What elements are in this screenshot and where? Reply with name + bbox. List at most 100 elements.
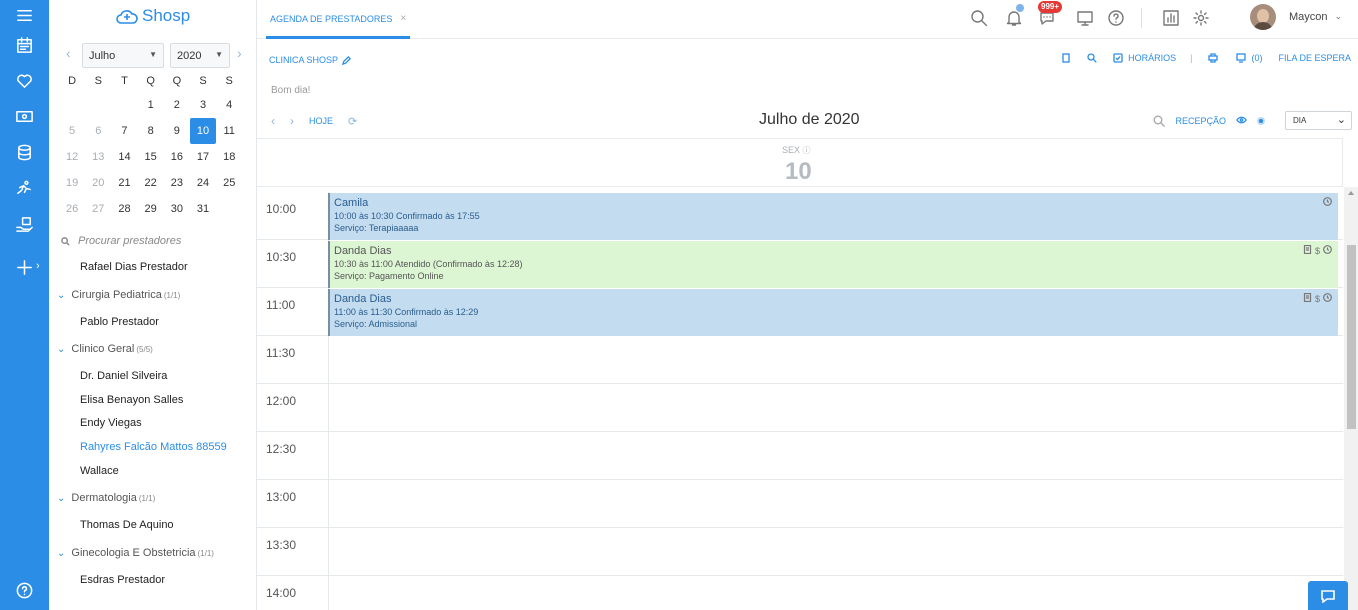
heart-icon[interactable] bbox=[0, 65, 49, 95]
appointment-card[interactable]: Camila 10:00 às 10:30 Confirmado às 17:55… bbox=[328, 193, 1338, 240]
activity-icon[interactable] bbox=[0, 173, 49, 203]
reception-button[interactable]: RECEPÇÃO bbox=[1175, 116, 1226, 126]
calendar-day[interactable]: 24 bbox=[190, 170, 216, 196]
help-icon[interactable] bbox=[0, 575, 49, 605]
scroll-up-icon[interactable] bbox=[1348, 191, 1354, 195]
calendar-day[interactable]: 9 bbox=[164, 118, 190, 144]
history-icon[interactable] bbox=[1323, 197, 1332, 208]
provider-item[interactable]: Dr. Daniel Silveira bbox=[49, 365, 256, 389]
time-slot-row[interactable]: 13:30 bbox=[257, 528, 1343, 576]
history-icon[interactable] bbox=[1323, 245, 1332, 256]
calendar-day[interactable]: 28 bbox=[111, 196, 137, 222]
appointment-card[interactable]: Danda Dias 10:30 às 11:00 Atendido (Confi… bbox=[328, 241, 1338, 288]
time-slot-row[interactable]: 14:00 bbox=[257, 576, 1343, 610]
provider-group[interactable]: ⌄ Ginecologia E Obstetricia (1/1) bbox=[49, 538, 256, 569]
monitor-icon[interactable] bbox=[1074, 7, 1096, 29]
next-month-icon[interactable]: › bbox=[237, 45, 242, 61]
calendar-day[interactable]: 17 bbox=[190, 144, 216, 170]
eye-button[interactable] bbox=[1236, 114, 1247, 128]
provider-item[interactable]: Esdras Prestador bbox=[49, 569, 256, 593]
calendar-day[interactable]: 19 bbox=[59, 170, 85, 196]
search-button[interactable] bbox=[1087, 53, 1097, 63]
calendar-day[interactable]: 2 bbox=[164, 92, 190, 118]
provider-item[interactable]: Pablo Prestador bbox=[49, 311, 256, 335]
calendar-icon[interactable] bbox=[0, 30, 49, 60]
care-icon[interactable] bbox=[0, 209, 49, 239]
chat-button[interactable] bbox=[1308, 581, 1348, 610]
document-icon[interactable] bbox=[1303, 244, 1312, 256]
time-slot-row[interactable]: 13:00 bbox=[257, 480, 1343, 528]
queue-label[interactable]: FILA DE ESPERA bbox=[1278, 53, 1351, 63]
calendar-day[interactable]: 16 bbox=[164, 144, 190, 170]
time-slot-row[interactable]: 12:00 bbox=[257, 384, 1343, 432]
calendar-day[interactable]: 21 bbox=[111, 170, 137, 196]
print-button[interactable] bbox=[1208, 53, 1219, 63]
calendar-day[interactable]: 12 bbox=[59, 144, 85, 170]
time-slot-row[interactable]: 11:30 bbox=[257, 336, 1343, 384]
horarios-button[interactable]: HORÁRIOS bbox=[1113, 53, 1176, 63]
calendar-day[interactable]: 29 bbox=[138, 196, 164, 222]
provider-item[interactable]: Wallace bbox=[49, 460, 256, 484]
calendar-day[interactable]: 5 bbox=[59, 118, 85, 144]
provider-group[interactable]: ⌄ Cirurgia Pediatrica (1/1) bbox=[49, 280, 256, 311]
reports-icon[interactable] bbox=[1160, 7, 1182, 29]
queue-button[interactable]: (0) bbox=[1236, 53, 1262, 63]
calendar-day[interactable]: 22 bbox=[138, 170, 164, 196]
status-dot[interactable] bbox=[1257, 116, 1265, 125]
year-select[interactable]: 2020 ▼ bbox=[170, 43, 230, 68]
add-icon[interactable] bbox=[0, 252, 49, 282]
appointment-card[interactable]: Danda Dias 11:00 às 11:30 Confirmado às 1… bbox=[328, 289, 1338, 336]
help-icon[interactable] bbox=[1105, 7, 1127, 29]
calendar-day[interactable]: 15 bbox=[138, 144, 164, 170]
calendar-day[interactable]: 26 bbox=[59, 196, 85, 222]
calendar-day[interactable]: 13 bbox=[85, 144, 111, 170]
calendar-day[interactable]: 1 bbox=[138, 92, 164, 118]
logo[interactable]: Shosp bbox=[115, 5, 190, 27]
provider-item[interactable]: Elisa Benayon Salles bbox=[49, 389, 256, 413]
payment-icon[interactable]: $ bbox=[1315, 294, 1320, 304]
database-icon[interactable] bbox=[0, 137, 49, 167]
scrollbar[interactable] bbox=[1344, 187, 1358, 610]
next-day-icon[interactable]: › bbox=[290, 114, 294, 128]
provider-item[interactable]: Rafael Dias Prestador bbox=[49, 256, 256, 280]
expand-icon[interactable]: › bbox=[36, 260, 40, 272]
month-select[interactable]: Julho ▼ bbox=[82, 43, 164, 68]
view-select[interactable]: DIA ⌄ bbox=[1285, 111, 1352, 130]
user-menu[interactable]: Maycon ⌄ bbox=[1289, 11, 1342, 23]
book-button[interactable] bbox=[1061, 53, 1071, 63]
tab-agenda-prestadores[interactable]: AGENDA DE PRESTADORES × bbox=[266, 0, 411, 39]
calendar-day[interactable]: 23 bbox=[164, 170, 190, 196]
provider-group[interactable]: ⌄ Dermatologia (1/1) bbox=[49, 483, 256, 514]
provider-group[interactable]: ⌄ Clinico Geral (5/5) bbox=[49, 334, 256, 365]
search-icon[interactable] bbox=[968, 7, 990, 29]
calendar-day[interactable]: 7 bbox=[111, 118, 137, 144]
payment-icon[interactable]: $ bbox=[1315, 246, 1320, 256]
history-icon[interactable] bbox=[1323, 293, 1332, 304]
avatar[interactable] bbox=[1250, 4, 1276, 30]
provider-search[interactable]: Procurar prestadores bbox=[61, 235, 181, 247]
menu-icon[interactable] bbox=[0, 0, 49, 30]
money-icon[interactable] bbox=[0, 101, 49, 131]
gear-icon[interactable] bbox=[1190, 7, 1212, 29]
provider-item[interactable]: Thomas De Aquino bbox=[49, 514, 256, 538]
calendar-day[interactable]: 14 bbox=[111, 144, 137, 170]
time-slot-row[interactable]: 12:30 bbox=[257, 432, 1343, 480]
document-icon[interactable] bbox=[1303, 292, 1312, 304]
clinic-selector[interactable]: CLINICA SHOSP bbox=[269, 55, 352, 65]
calendar-day[interactable]: 11 bbox=[216, 118, 242, 144]
calendar-day[interactable]: 4 bbox=[216, 92, 242, 118]
calendar-day[interactable]: 18 bbox=[216, 144, 242, 170]
calendar-day[interactable]: 27 bbox=[85, 196, 111, 222]
search-icon[interactable] bbox=[1153, 115, 1166, 127]
calendar-day[interactable]: 30 bbox=[164, 196, 190, 222]
calendar-day[interactable]: 6 bbox=[85, 118, 111, 144]
calendar-day[interactable]: 20 bbox=[85, 170, 111, 196]
prev-month-icon[interactable]: ‹ bbox=[66, 45, 71, 61]
provider-item[interactable]: Endy Viegas bbox=[49, 412, 256, 436]
prev-day-icon[interactable]: ‹ bbox=[271, 114, 275, 128]
close-icon[interactable]: × bbox=[400, 13, 406, 36]
scroll-thumb[interactable] bbox=[1347, 245, 1356, 429]
calendar-day[interactable]: 3 bbox=[190, 92, 216, 118]
calendar-day[interactable]: 8 bbox=[138, 118, 164, 144]
today-button[interactable]: HOJE bbox=[309, 116, 333, 126]
